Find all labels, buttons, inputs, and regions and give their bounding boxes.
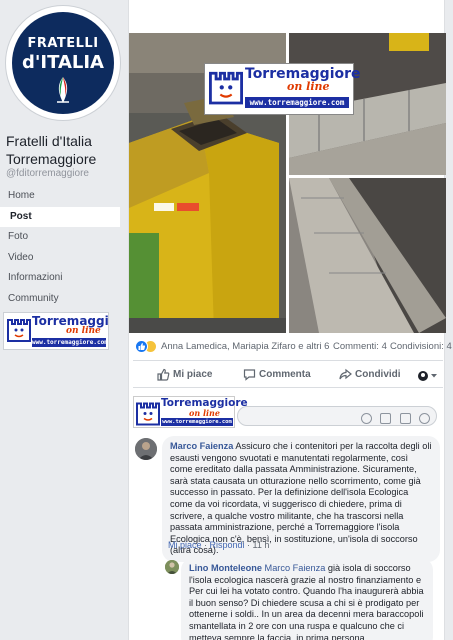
fratelli-italia-logo: FRATELLI d'ITALIA: [12, 12, 114, 114]
banner-url: www.torremaggiore.com: [32, 338, 108, 347]
torremaggiore-banner[interactable]: Torremaggiore on line www.torremaggiore.…: [3, 312, 109, 350]
watermark-url: www.torremaggiore.com: [245, 97, 349, 108]
comment-author[interactable]: Marco Faienza: [170, 441, 233, 451]
post-photo-curb-bottom[interactable]: [289, 178, 446, 333]
audience-menu-button[interactable]: [417, 369, 439, 381]
comment-meta: Mi piace · Rispondi · 11 h: [168, 540, 270, 550]
commenter-avatar: Torremaggiore on line www.torremaggiore.…: [133, 396, 248, 428]
comment-icon: [243, 369, 256, 381]
sidebar-item-video[interactable]: Video: [0, 248, 120, 268]
page-handle[interactable]: @fditorremaggiore: [6, 168, 89, 179]
like-reaction-icon: [135, 340, 148, 353]
comment-item: Marco Faienza Assicuro che i contenitori…: [135, 436, 441, 562]
post-card: Torremaggiore on line www.torremaggiore.…: [128, 0, 452, 640]
composer-icons: [357, 410, 430, 425]
reply-text: già isola di soccorso l'isola ecologica …: [189, 563, 424, 640]
reactions-summary: Anna Lamedica, Mariapia Zifaro e altri 6…: [135, 340, 452, 354]
sidebar-item-community[interactable]: Community: [0, 289, 120, 309]
like-label: Mi piace: [173, 369, 213, 380]
page-sidebar: FRATELLI d'ITALIA Fratelli d'Italia Torr…: [0, 0, 126, 640]
comment-like-link[interactable]: Mi piace: [168, 540, 202, 550]
page-profile-picture[interactable]: FRATELLI d'ITALIA: [6, 6, 120, 120]
sidebar-item-post[interactable]: Post: [0, 206, 120, 227]
reply-mention[interactable]: Marco Faienza: [265, 563, 326, 573]
reaction-icons[interactable]: [135, 340, 163, 354]
thumbs-up-icon: [157, 368, 170, 381]
composer-logo-subtitle: on line: [189, 408, 220, 418]
post-photo-grid: Torremaggiore on line www.torremaggiore.…: [129, 33, 446, 333]
comment-composer: Torremaggiore on line www.torremaggiore.…: [133, 396, 443, 430]
like-button[interactable]: Mi piace: [157, 365, 217, 385]
logo-text-line1: FRATELLI: [27, 36, 99, 51]
reactors-names[interactable]: Anna Lamedica, Mariapia Zifaro e altri 6: [161, 341, 329, 352]
sticker-icon[interactable]: [419, 413, 430, 425]
watermark-subtitle: on line: [287, 80, 330, 93]
share-label: Condividi: [355, 369, 401, 380]
castle-icon: [209, 71, 243, 105]
share-arrow-icon: [339, 368, 352, 380]
sidebar-item-informazioni[interactable]: Informazioni: [0, 268, 120, 288]
comment-time[interactable]: 11 h: [253, 540, 270, 550]
page-title[interactable]: Fratelli d'Italia Torremaggiore: [6, 132, 124, 168]
reply-item: Lino Monteleone Marco Faienza già isola …: [165, 558, 441, 640]
sidebar-item-home[interactable]: Home: [0, 186, 120, 206]
share-count[interactable]: Condivisioni: 4: [390, 341, 452, 352]
camera-icon[interactable]: [380, 413, 392, 425]
composer-logo-url: www.torremaggiore.com: [161, 418, 233, 426]
logo-text-line2: d'ITALIA: [21, 52, 104, 73]
castle-icon: [7, 319, 31, 342]
comment-label: Commenta: [259, 369, 311, 380]
comment-reply-link[interactable]: Rispondi: [210, 540, 245, 550]
comment-count[interactable]: Commenti: 4: [333, 341, 387, 352]
curb-photo-bottom: [289, 178, 446, 333]
comment-button[interactable]: Commenta: [243, 365, 313, 385]
sidebar-item-foto[interactable]: Foto: [0, 227, 120, 247]
tricolor-flame-icon: [57, 77, 69, 103]
avatar-chevron-down-icon: [418, 371, 437, 381]
emoji-icon[interactable]: [360, 413, 372, 425]
post-actions: Mi piace Commenta Condividi: [133, 360, 443, 388]
banner-subtitle: on line: [66, 326, 101, 336]
reply-author[interactable]: Lino Monteleone: [189, 563, 262, 573]
gif-icon[interactable]: [399, 413, 411, 425]
sidebar-nav: Home Post Foto Video Informazioni Commun…: [0, 186, 120, 309]
comment-input[interactable]: [237, 406, 437, 426]
avatar[interactable]: [135, 438, 157, 460]
comment-text: Assicuro che i contenitori per la raccol…: [170, 441, 432, 556]
share-button[interactable]: Condividi: [339, 365, 403, 385]
torremaggiore-watermark-logo: Torremaggiore on line www.torremaggiore.…: [204, 63, 361, 115]
castle-icon: [136, 402, 160, 426]
reply-bubble: Lino Monteleone Marco Faienza già isola …: [181, 558, 433, 640]
avatar[interactable]: [165, 560, 179, 574]
